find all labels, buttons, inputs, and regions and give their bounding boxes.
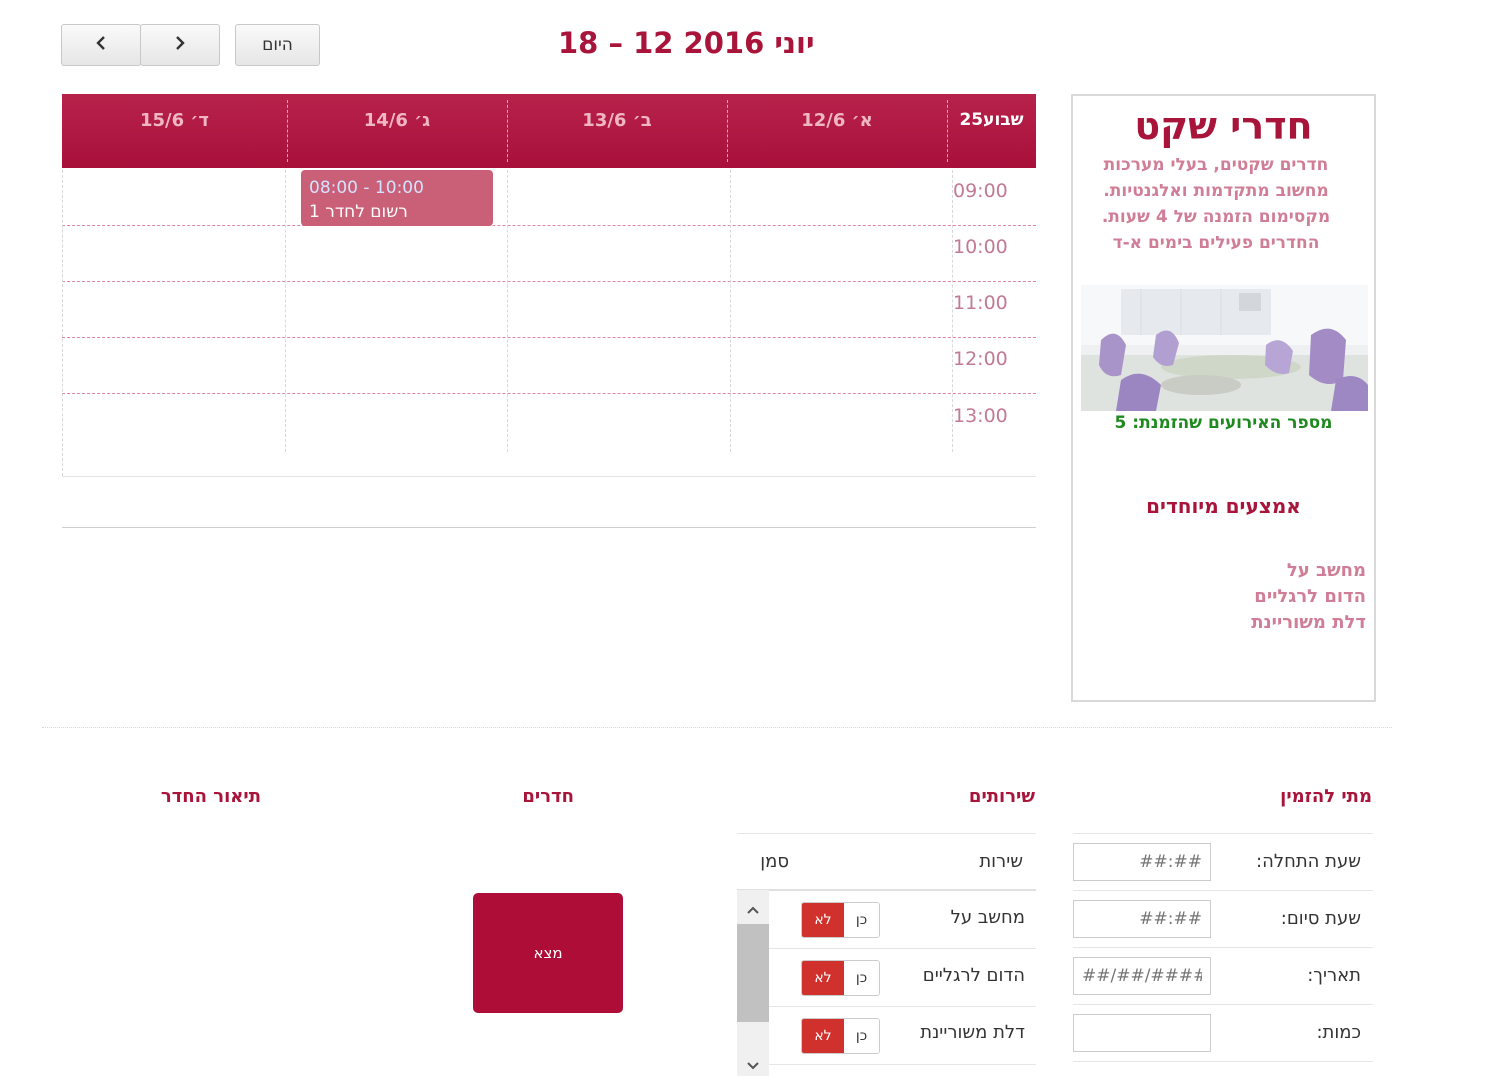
amenity-item: דלת משוריינת	[1251, 612, 1366, 633]
amenity-item: מחשב על	[1286, 560, 1366, 581]
header-week-number: שבוע25	[959, 110, 1024, 130]
quantity-input[interactable]	[1073, 1014, 1211, 1052]
services-scrollbar[interactable]	[737, 890, 769, 1076]
quantity-label: כמות:	[1316, 1022, 1361, 1043]
calendar-title: יוני 2016 12 – 18	[558, 26, 815, 60]
end-time-input[interactable]	[1073, 900, 1211, 938]
toggle-yes[interactable]: כן	[844, 903, 879, 937]
section-divider	[42, 727, 1392, 728]
next-button[interactable]	[140, 24, 220, 66]
rooms-title: חדרים	[522, 786, 574, 807]
service-name: הדום לרגליים	[922, 965, 1025, 986]
time-label-1100: 11:00	[953, 292, 1008, 314]
scroll-up-icon[interactable]	[746, 900, 760, 919]
scroll-down-icon[interactable]	[746, 1056, 760, 1075]
mark-column-header: סמן	[760, 851, 789, 872]
service-toggle[interactable]: לא כן	[801, 960, 880, 996]
time-label-1000: 10:00	[953, 236, 1008, 258]
toggle-no[interactable]: לא	[802, 961, 844, 995]
prev-button[interactable]	[61, 24, 141, 66]
room-description-title: תיאור החדר	[160, 786, 261, 807]
service-column-header: שירות	[979, 851, 1023, 872]
time-label-1200: 12:00	[953, 348, 1008, 370]
service-toggle[interactable]: לא כן	[801, 1018, 880, 1054]
calendar-header: ד׳ 15/6 ג׳ 14/6 ב׳ 13/6 א׳ 12/6 שבוע25	[62, 94, 1036, 168]
header-day-tue[interactable]: ג׳ 14/6	[287, 94, 507, 168]
end-time-label: שעת סיום:	[1280, 908, 1361, 929]
date-input[interactable]	[1073, 957, 1211, 995]
header-day-mon[interactable]: ב׳ 13/6	[507, 94, 727, 168]
when-title: מתי להזמין	[1280, 786, 1372, 807]
date-label: תאריך:	[1307, 965, 1361, 986]
toggle-yes[interactable]: כן	[844, 1019, 879, 1053]
panel-description: חדרים שקטים, בעלי מערכות מחשוב מתקדמות ו…	[1101, 155, 1331, 253]
toggle-yes[interactable]: כן	[844, 961, 879, 995]
time-label-0900: 09:00	[953, 180, 1008, 202]
calendar-event[interactable]: 08:00 - 10:00 רשום לחדר 1	[301, 170, 493, 226]
service-toggle[interactable]: לא כן	[801, 902, 880, 938]
scrollbar-thumb[interactable]	[737, 924, 769, 1022]
toggle-no[interactable]: לא	[802, 903, 844, 937]
header-day-sun[interactable]: א׳ 12/6	[727, 94, 947, 168]
start-time-input[interactable]	[1073, 843, 1211, 881]
service-name: מחשב על	[950, 907, 1025, 928]
header-day-wed[interactable]: ד׳ 15/6	[62, 94, 287, 168]
time-label-1300: 13:00	[953, 405, 1008, 427]
booked-events-count: מספר האירועים שהזמנת: 5	[1114, 413, 1333, 433]
special-amenities-title: אמצעים מיוחדים	[1146, 494, 1301, 518]
amenity-item: הדום לרגליים	[1254, 586, 1366, 607]
today-button[interactable]: היום	[235, 24, 320, 66]
service-name: דלת משוריינת	[920, 1022, 1025, 1043]
room-info-panel: חדרי שקט חדרים שקטים, בעלי מערכות מחשוב …	[1071, 94, 1376, 702]
toggle-no[interactable]: לא	[802, 1019, 844, 1053]
event-title: רשום לחדר 1	[309, 202, 408, 222]
room-photo	[1081, 285, 1368, 411]
find-button[interactable]: מצא	[473, 893, 623, 1013]
event-time: 08:00 - 10:00	[309, 178, 424, 198]
services-title: שירותים	[968, 786, 1035, 807]
start-time-label: שעת התחלה:	[1256, 851, 1361, 872]
chevron-left-icon	[93, 35, 109, 56]
panel-title: חדרי שקט	[1134, 104, 1313, 148]
amenities-list: מחשב על הדום לרגליים דלת משוריינת	[1251, 558, 1366, 636]
chevron-right-icon	[172, 35, 188, 56]
